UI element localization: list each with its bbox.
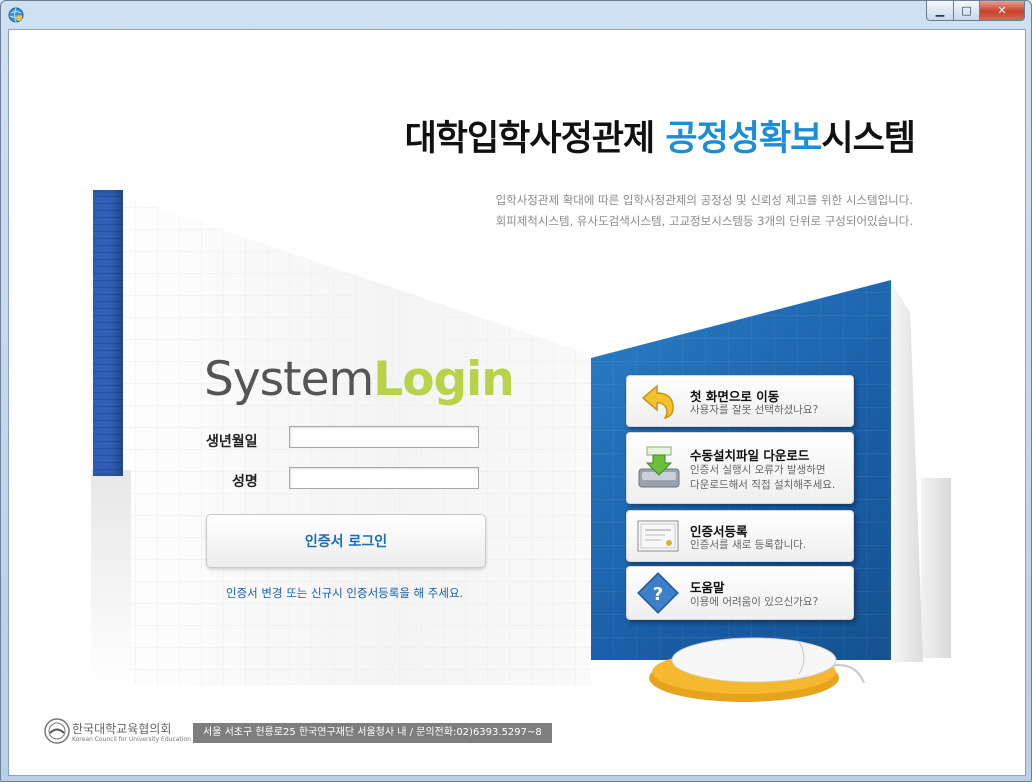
system-login-logo: SystemLogin — [204, 352, 515, 407]
menu-title: 수동설치파일 다운로드 — [690, 448, 810, 463]
name-input[interactable] — [289, 467, 479, 489]
title-accent: 공정성확보 — [665, 119, 822, 159]
side-block-decoration — [921, 478, 951, 658]
download-drive-icon — [638, 446, 680, 488]
back-arrow-icon — [641, 384, 674, 420]
menu-desc-line-2: 다운로드해서 직접 설치해주세요. — [690, 479, 836, 491]
birthdate-input[interactable] — [289, 426, 479, 448]
client-area: 대학입학사정관제 공정성확보시스템 입학사정관제 확대에 따른 입학사정관제의 … — [8, 29, 1026, 776]
footer-address: 서울 서초구 헌릉로25 한국연구재단 서울청사 내 / 문의전화:02)639… — [193, 723, 552, 743]
menu-desc: 인증서 실행시 오류가 발생하면 — [690, 464, 826, 476]
pillar-reflection — [91, 470, 131, 690]
panel-side-decoration — [891, 282, 923, 662]
logo-login-text: Login — [373, 352, 514, 407]
close-button[interactable]: ✕ — [980, 1, 1025, 21]
page-title: 대학입학사정관제 공정성확보시스템 — [404, 110, 916, 161]
name-label: 성명 — [232, 474, 258, 490]
title-bar[interactable]: ▁ □ ✕ — [1, 1, 1031, 29]
app-window: ▁ □ ✕ 대학입학사정관제 공정성확보시스템 입학사정관제 확대에 따른 입학… — [0, 0, 1032, 782]
menu-help[interactable]: ? 도움말 이용에 어려움이 있으신가요? — [626, 566, 854, 620]
seal-emblem-icon — [44, 718, 70, 744]
title-main: 대학입학사정관제 — [404, 119, 666, 159]
computer-mouse-illustration — [649, 637, 865, 702]
title-tail: 시스템 — [821, 119, 916, 159]
system-description: 입학사정관제 확대에 따른 입학사정관제의 공정성 및 신뢰성 제고를 위한 시… — [496, 190, 913, 232]
app-globe-icon — [8, 7, 24, 23]
blue-pillar-decoration — [93, 190, 123, 476]
birthdate-label: 생년월일 — [206, 434, 258, 450]
menu-desc: 이용에 어려움이 있으신가요? — [690, 596, 819, 608]
help-icon: ? — [637, 572, 679, 614]
org-name-english: Korean Council for University Education — [72, 736, 191, 743]
certificate-notice: 인증서 변경 또는 신규시 인증서등록을 해 주세요. — [226, 586, 464, 600]
menu-certificate-register[interactable]: 인증서등록 인증서를 새로 등록합니다. — [626, 510, 854, 562]
certificate-login-button[interactable]: 인증서 로그인 — [206, 514, 486, 568]
description-line-1: 입학사정관제 확대에 따른 입학사정관제의 공정성 및 신뢰성 제고를 위한 시… — [495, 193, 913, 207]
svg-text:?: ? — [653, 584, 663, 605]
menu-desc: 사용자를 잘못 선택하셨나요? — [690, 404, 819, 416]
certificate-icon — [637, 520, 679, 552]
menu-go-home[interactable]: 첫 화면으로 이동 사용자를 잘못 선택하셨나요? — [626, 375, 854, 427]
org-name-korean: 한국대학교육협의회 — [72, 722, 172, 736]
logo-system-text: System — [204, 352, 374, 407]
menu-title: 도움말 — [690, 580, 725, 595]
menu-desc: 인증서를 새로 등록합니다. — [690, 539, 807, 551]
maximize-button[interactable]: □ — [954, 1, 980, 21]
description-line-2: 회피제척시스템, 유사도검색시스템, 고교정보시스템등 3개의 단위로 구성되어… — [495, 214, 913, 228]
minimize-button[interactable]: ▁ — [926, 1, 954, 21]
menu-manual-download[interactable]: 수동설치파일 다운로드 인증서 실행시 오류가 발생하면 다운로드해서 직접 설… — [626, 432, 854, 504]
